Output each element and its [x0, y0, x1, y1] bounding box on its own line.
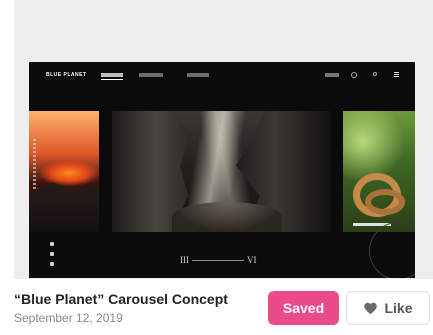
snake-coil [365, 189, 405, 215]
preview-social-icon [50, 252, 54, 256]
volcano-rock [29, 182, 99, 232]
preview-cave-panel [112, 111, 331, 232]
saved-button-label: Saved [282, 300, 325, 316]
preview-search-icon [351, 72, 357, 78]
preview-vertical-caption [33, 139, 36, 189]
like-button[interactable]: Like [346, 291, 430, 325]
preview-pager: III VI [180, 254, 257, 266]
preview-nav-item [187, 73, 209, 77]
preview-nav-item [139, 73, 163, 77]
shot-thumbnail[interactable]: BLUE PLANET III VI [14, 0, 433, 279]
preview-menu-icon [394, 72, 399, 77]
preview-nav-item [101, 73, 123, 77]
preview-nav-underline [101, 79, 123, 80]
cave-ground [172, 202, 282, 232]
shot-date: September 12, 2019 [14, 311, 123, 325]
shot-title[interactable]: “Blue Planet” Carousel Concept [14, 291, 228, 307]
shot-preview-image: BLUE PLANET III VI [29, 62, 415, 278]
preview-circle-decoration [369, 222, 415, 278]
saved-button[interactable]: Saved [268, 291, 339, 325]
preview-volcano-panel [29, 111, 99, 232]
preview-nav-item [325, 73, 339, 77]
preview-brand: BLUE PLANET [46, 72, 87, 78]
preview-pager-end: VI [247, 255, 257, 265]
preview-social-icon [50, 262, 54, 266]
preview-snake-panel [343, 111, 415, 232]
heart-icon [364, 302, 378, 315]
preview-nav-bar: BLUE PLANET [29, 62, 415, 90]
preview-dot-icon [373, 72, 377, 76]
preview-social-icon [50, 242, 54, 246]
preview-pager-start: III [180, 255, 189, 265]
preview-pager-line [192, 259, 244, 261]
like-button-label: Like [384, 300, 413, 316]
